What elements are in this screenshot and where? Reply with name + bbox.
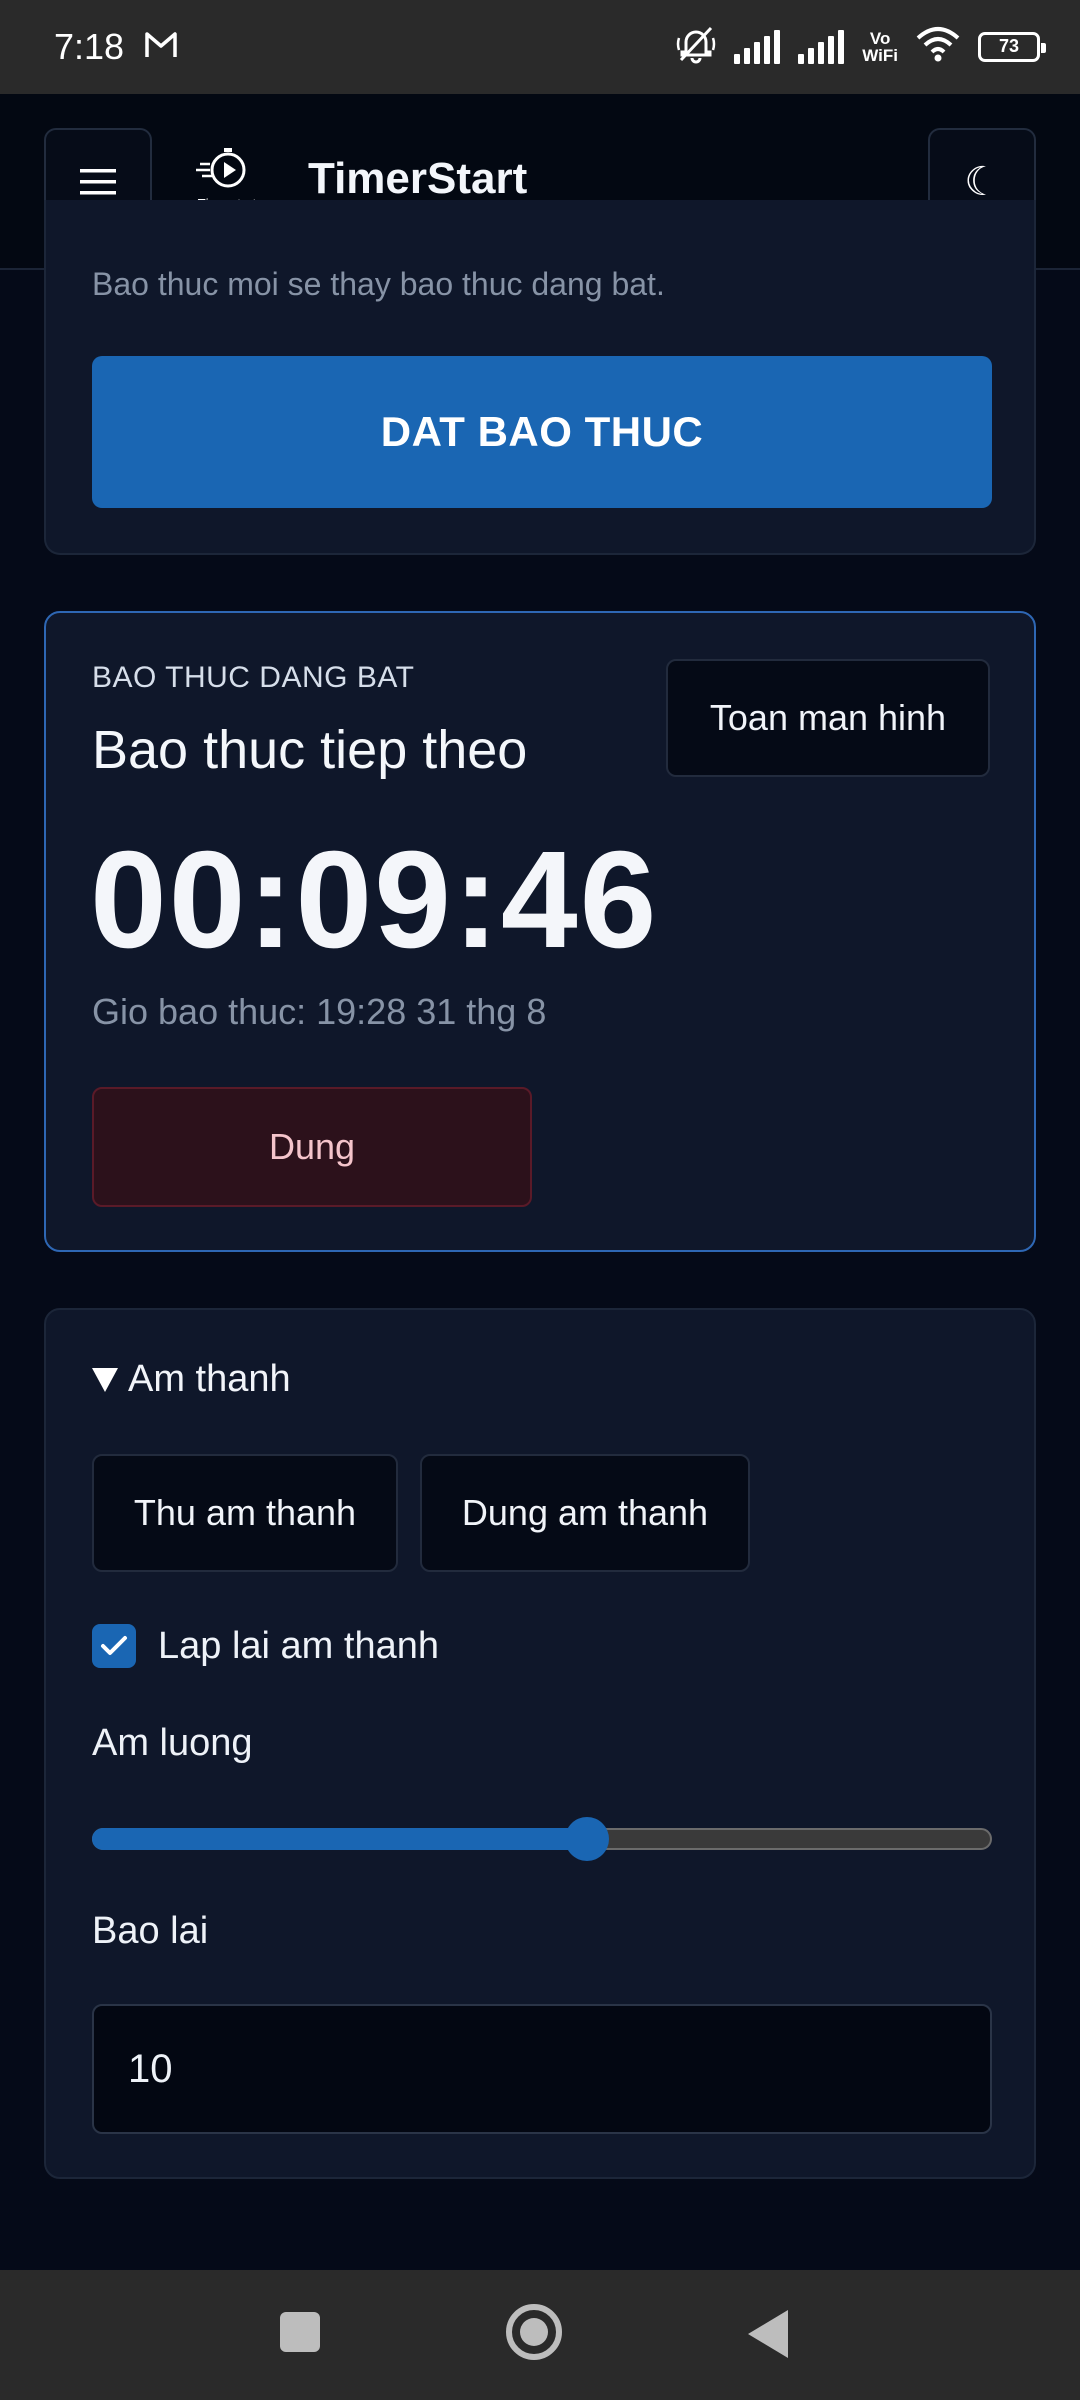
stop-sound-button[interactable]: Dung am thanh bbox=[420, 1454, 750, 1572]
wifi-icon bbox=[916, 26, 960, 67]
set-alarm-button[interactable]: DAT BAO THUC bbox=[92, 356, 992, 508]
checkmark-icon bbox=[101, 1636, 127, 1655]
navigation-bar bbox=[0, 2270, 1080, 2400]
muted-notification-icon bbox=[676, 24, 716, 69]
status-time: 7:18 bbox=[54, 26, 125, 67]
sound-section-toggle[interactable]: Am thanh bbox=[92, 1358, 291, 1401]
volume-slider-thumb[interactable] bbox=[565, 1817, 609, 1861]
repeat-sound-row: Lap lai am thanh bbox=[92, 1624, 439, 1668]
set-alarm-card: Bao thuc moi se thay bao thuc dang bat. … bbox=[44, 200, 1036, 555]
active-alarm-card: BAO THUC DANG BAT Bao thuc tiep theo Toa… bbox=[44, 611, 1036, 1252]
signal-strength-2-icon bbox=[798, 29, 845, 64]
next-alarm-title: Bao thuc tiep theo bbox=[92, 720, 528, 780]
replace-alarm-hint: Bao thuc moi se thay bao thuc dang bat. bbox=[92, 266, 665, 302]
battery-indicator: 73 bbox=[978, 31, 1046, 62]
alarm-time-text: Gio bao thuc: 19:28 31 thg 8 bbox=[92, 991, 547, 1032]
test-sound-button[interactable]: Thu am thanh bbox=[92, 1454, 398, 1572]
sound-settings-card: Am thanh Thu am thanh Dung am thanh Lap … bbox=[44, 1308, 1036, 2179]
home-icon[interactable] bbox=[506, 2304, 562, 2360]
snooze-label: Bao lai bbox=[92, 1910, 209, 1952]
volume-slider[interactable] bbox=[92, 1817, 992, 1861]
active-alarm-eyebrow: BAO THUC DANG BAT bbox=[92, 661, 415, 694]
volume-slider-fill bbox=[92, 1828, 587, 1850]
back-icon[interactable] bbox=[748, 2310, 788, 2358]
sound-section-label: Am thanh bbox=[128, 1358, 291, 1400]
status-bar: 7:18 Vo WiFi 73 bbox=[0, 0, 1080, 94]
fullscreen-button[interactable]: Toan man hinh bbox=[666, 659, 990, 777]
repeat-sound-checkbox[interactable] bbox=[92, 1624, 136, 1668]
snooze-input[interactable] bbox=[92, 2004, 992, 2134]
recents-icon[interactable] bbox=[280, 2312, 320, 2352]
gmail-icon bbox=[144, 30, 178, 65]
app-title: TimerStart bbox=[308, 154, 528, 203]
hamburger-icon bbox=[80, 169, 116, 195]
signal-strength-icon bbox=[734, 29, 781, 64]
moon-icon: ☾ bbox=[964, 160, 1000, 204]
repeat-sound-label: Lap lai am thanh bbox=[158, 1624, 439, 1667]
vowifi-indicator: Vo WiFi bbox=[862, 28, 898, 65]
triangle-down-icon bbox=[92, 1367, 118, 1392]
stop-alarm-button[interactable]: Dung bbox=[92, 1087, 532, 1207]
countdown-display: 00:09:46 bbox=[90, 823, 659, 977]
volume-label: Am luong bbox=[92, 1722, 253, 1764]
